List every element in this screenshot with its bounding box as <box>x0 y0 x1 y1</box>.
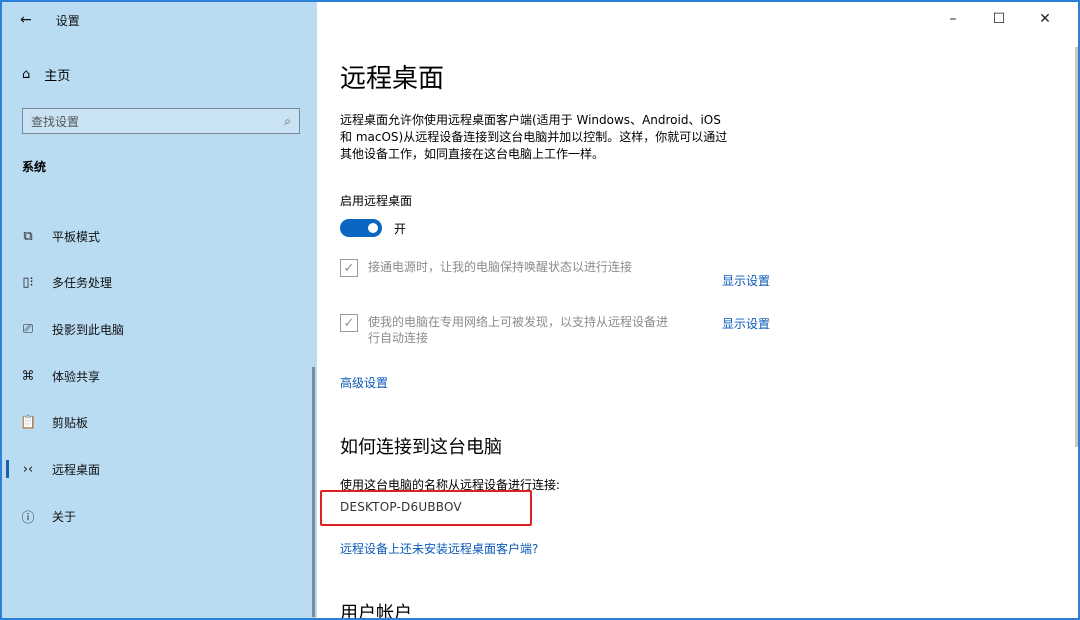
section-title: 系统 <box>22 160 47 174</box>
home-icon: ⌂ <box>22 67 31 82</box>
page-description: 远程桌面允许你使用远程桌面客户端(适用于 Windows、Android、iOS… <box>340 112 780 163</box>
advanced-settings-link[interactable]: 高级设置 <box>340 374 388 391</box>
window-title: 设置 <box>55 13 80 28</box>
sidebar-item-about[interactable]: ⓘ 关于 <box>20 505 76 527</box>
sidebar-item-label: 关于 <box>52 509 77 524</box>
keep-awake-label: 接通电源时，让我的电脑保持唤醒状态以进行连接 <box>368 260 633 274</box>
keep-awake-checkbox[interactable]: ✓ <box>340 259 358 277</box>
keep-awake-option: ✓ 接通电源时，让我的电脑保持唤醒状态以进行连接 <box>340 259 713 277</box>
description-line: 远程桌面允许你使用远程桌面客户端(适用于 Windows、Android、iOS <box>340 113 721 127</box>
sidebar: ← 设置 ⌂ 主页 查找设置 ⌕ 系统 ⧉ 平板模式 ▯⁝ 多任务处理 ⎚ 投影… <box>2 2 317 618</box>
project-icon: ⎚ <box>22 321 34 337</box>
show-settings-link-2[interactable]: 显示设置 <box>722 315 770 332</box>
settings-window: ← 设置 ⌂ 主页 查找设置 ⌕ 系统 ⧉ 平板模式 ▯⁝ 多任务处理 ⎚ 投影… <box>0 0 1080 620</box>
back-arrow-icon[interactable]: ← <box>20 12 32 28</box>
description-line: 和 macOS)从远程设备连接到这台电脑并加以控制。这样，你就可以通过 <box>340 130 728 144</box>
page-title: 远程桌面 <box>340 64 445 94</box>
minimize-button[interactable]: – <box>930 6 976 32</box>
sidebar-item-multitasking[interactable]: ▯⁝ 多任务处理 <box>20 271 112 293</box>
discoverable-label: 使我的电脑在专用网络上可被发现，以支持从远程设备进 行自动连接 <box>368 314 713 346</box>
close-button[interactable]: ✕ <box>1022 6 1068 32</box>
show-settings-link-1[interactable]: 显示设置 <box>722 272 770 289</box>
sidebar-item-project[interactable]: ⎚ 投影到此电脑 <box>20 318 124 340</box>
info-icon: ⓘ <box>21 510 35 526</box>
sidebar-item-shared-experiences[interactable]: ⌘ 体验共享 <box>20 365 101 387</box>
enable-remote-desktop-label: 启用远程桌面 <box>340 194 413 208</box>
search-icon: ⌕ <box>284 113 291 128</box>
no-client-link[interactable]: 远程设备上还未安装远程桌面客户端? <box>340 540 538 557</box>
check-icon: ✓ <box>343 315 355 331</box>
check-icon: ✓ <box>343 260 355 276</box>
remote-desktop-toggle[interactable] <box>340 219 382 237</box>
sidebar-scrollbar[interactable] <box>312 367 315 617</box>
search-placeholder: 查找设置 <box>31 114 80 129</box>
sidebar-item-label: 投影到此电脑 <box>52 322 125 337</box>
discoverable-label-line: 行自动连接 <box>368 331 429 345</box>
remote-desktop-icon: ›‹ <box>22 461 34 477</box>
how-to-connect-heading: 如何连接到这台电脑 <box>340 437 502 458</box>
toggle-state-label: 开 <box>394 222 407 236</box>
maximize-button[interactable]: ☐ <box>976 6 1022 32</box>
tablet-icon: ⧉ <box>23 228 33 244</box>
highlight-box <box>320 490 532 526</box>
discoverable-checkbox[interactable]: ✓ <box>340 314 358 332</box>
search-input[interactable]: 查找设置 ⌕ <box>22 108 300 134</box>
sidebar-item-tablet-mode[interactable]: ⧉ 平板模式 <box>20 225 100 247</box>
sidebar-item-label: 平板模式 <box>52 229 101 244</box>
multitask-icon: ▯⁝ <box>22 274 34 290</box>
share-icon: ⌘ <box>21 368 35 384</box>
clipboard-icon: 📋 <box>20 414 37 430</box>
titlebar: ← 设置 <box>20 10 80 30</box>
discoverable-option: ✓ 使我的电脑在专用网络上可被发现，以支持从远程设备进 行自动连接 <box>340 314 713 346</box>
sidebar-item-label: 远程桌面 <box>52 462 101 477</box>
sidebar-item-label: 多任务处理 <box>52 275 113 290</box>
sidebar-item-remote-desktop[interactable]: ›‹ 远程桌面 <box>5 458 101 480</box>
sidebar-item-label: 体验共享 <box>52 369 101 384</box>
window-controls: – ☐ ✕ <box>930 6 1068 32</box>
sidebar-item-clipboard[interactable]: 📋 剪贴板 <box>20 411 88 433</box>
home-label: 主页 <box>44 69 71 84</box>
sidebar-item-label: 剪贴板 <box>52 415 89 430</box>
discoverable-label-line: 使我的电脑在专用网络上可被发现，以支持从远程设备进 <box>368 315 669 329</box>
main-scrollbar[interactable] <box>1075 47 1078 447</box>
user-accounts-heading: 用户帐户 <box>340 603 412 620</box>
description-line: 其他设备工作，如同直接在这台电脑上工作一样。 <box>340 147 605 161</box>
home-link[interactable]: ⌂ 主页 <box>22 65 70 84</box>
